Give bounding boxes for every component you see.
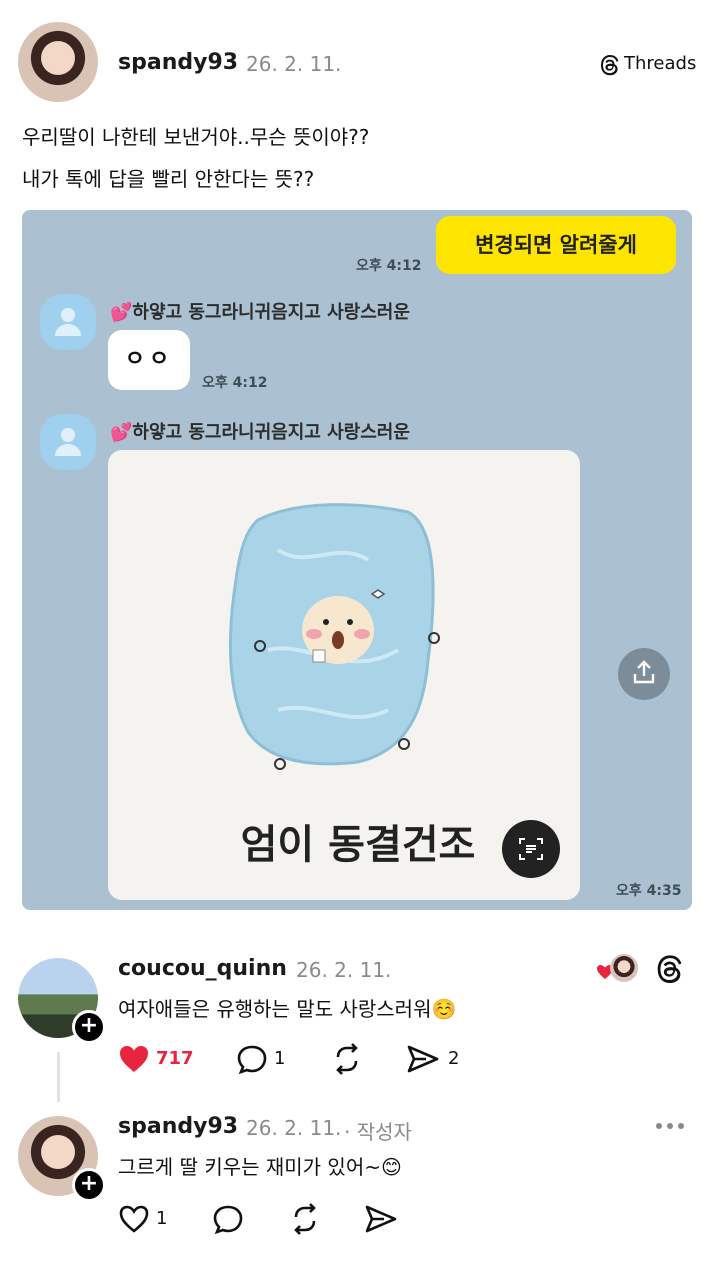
image-time: 오후 4:35	[616, 883, 682, 899]
reply-text: 여자애들은 유행하는 말도 사랑스러워☺️	[118, 997, 457, 1021]
threads-brand[interactable]: Threads	[600, 53, 696, 77]
like-count: 717	[156, 1048, 194, 1069]
author-username[interactable]: spandy93	[118, 50, 238, 75]
author-mini-avatar	[610, 954, 638, 982]
my-message-time: 오후 4:12	[356, 258, 422, 274]
more-options-icon[interactable]	[654, 1118, 686, 1134]
post-text-line-2: 내가 톡에 답을 빨리 안한다는 뜻??	[22, 167, 315, 191]
share-button[interactable]	[618, 648, 670, 700]
like-count: 1	[156, 1208, 168, 1229]
reply-text: 그르게 딸 키우는 재미가 있어~😊	[118, 1155, 402, 1179]
image-caption: 엄이 동결건조	[240, 822, 476, 868]
sender-name: 💕하얗고 동그라니귀음지고 사랑스러운	[110, 302, 410, 323]
my-message-bubble: 변경되면 알려줄게	[436, 216, 676, 274]
like-heart-icon[interactable]	[118, 1204, 150, 1234]
repost-icon[interactable]	[330, 1043, 364, 1075]
threads-label: Threads	[624, 53, 697, 74]
comment-icon[interactable]	[212, 1204, 244, 1234]
reply-date: 26. 2. 11.	[246, 1116, 342, 1140]
image-scan-button[interactable]	[502, 820, 560, 878]
follow-plus-button[interactable]: +	[72, 1168, 106, 1202]
share-count: 2	[448, 1048, 460, 1069]
follow-plus-button[interactable]: +	[72, 1010, 106, 1044]
reply-date: 26. 2. 11.	[296, 958, 392, 982]
post-date: 26. 2. 11.	[246, 52, 342, 76]
sender-avatar	[40, 414, 96, 470]
scan-text-icon	[519, 838, 543, 860]
post-text-line-1: 우리딸이 나한테 보낸거야..무슨 뜻이야??	[22, 125, 370, 149]
reply-username[interactable]: coucou_quinn	[118, 956, 287, 981]
reply-username[interactable]: spandy93	[118, 1114, 238, 1139]
default-profile-icon	[55, 428, 81, 456]
author-tag: · 작성자	[344, 1120, 412, 1144]
thread-connector-line	[57, 1052, 60, 1102]
comment-icon[interactable]	[236, 1044, 268, 1074]
reply-bubble: ㅇㅇ	[108, 330, 190, 390]
sender-name: 💕하얗고 동그라니귀음지고 사랑스러운	[110, 422, 410, 443]
threads-logo-icon[interactable]	[656, 954, 684, 984]
threads-logo-icon	[601, 55, 619, 76]
default-profile-icon	[55, 308, 81, 336]
reply-time: 오후 4:12	[202, 375, 268, 391]
like-heart-icon[interactable]	[118, 1044, 150, 1074]
author-avatar[interactable]	[18, 22, 98, 102]
liked-by-author-indicator	[596, 954, 640, 984]
sender-avatar	[40, 294, 96, 350]
emoticon-image[interactable]: 엄이 동결건조	[108, 450, 580, 900]
repost-icon[interactable]	[288, 1203, 322, 1235]
comment-count: 1	[274, 1048, 286, 1069]
share-upload-icon	[633, 660, 655, 684]
attached-chat-screenshot[interactable]: 변경되면 알려줄게 오후 4:12 💕하얗고 동그라니귀음지고 사랑스러운 ㅇㅇ…	[22, 210, 692, 910]
share-send-icon[interactable]	[364, 1204, 398, 1234]
share-send-icon[interactable]	[406, 1044, 440, 1074]
